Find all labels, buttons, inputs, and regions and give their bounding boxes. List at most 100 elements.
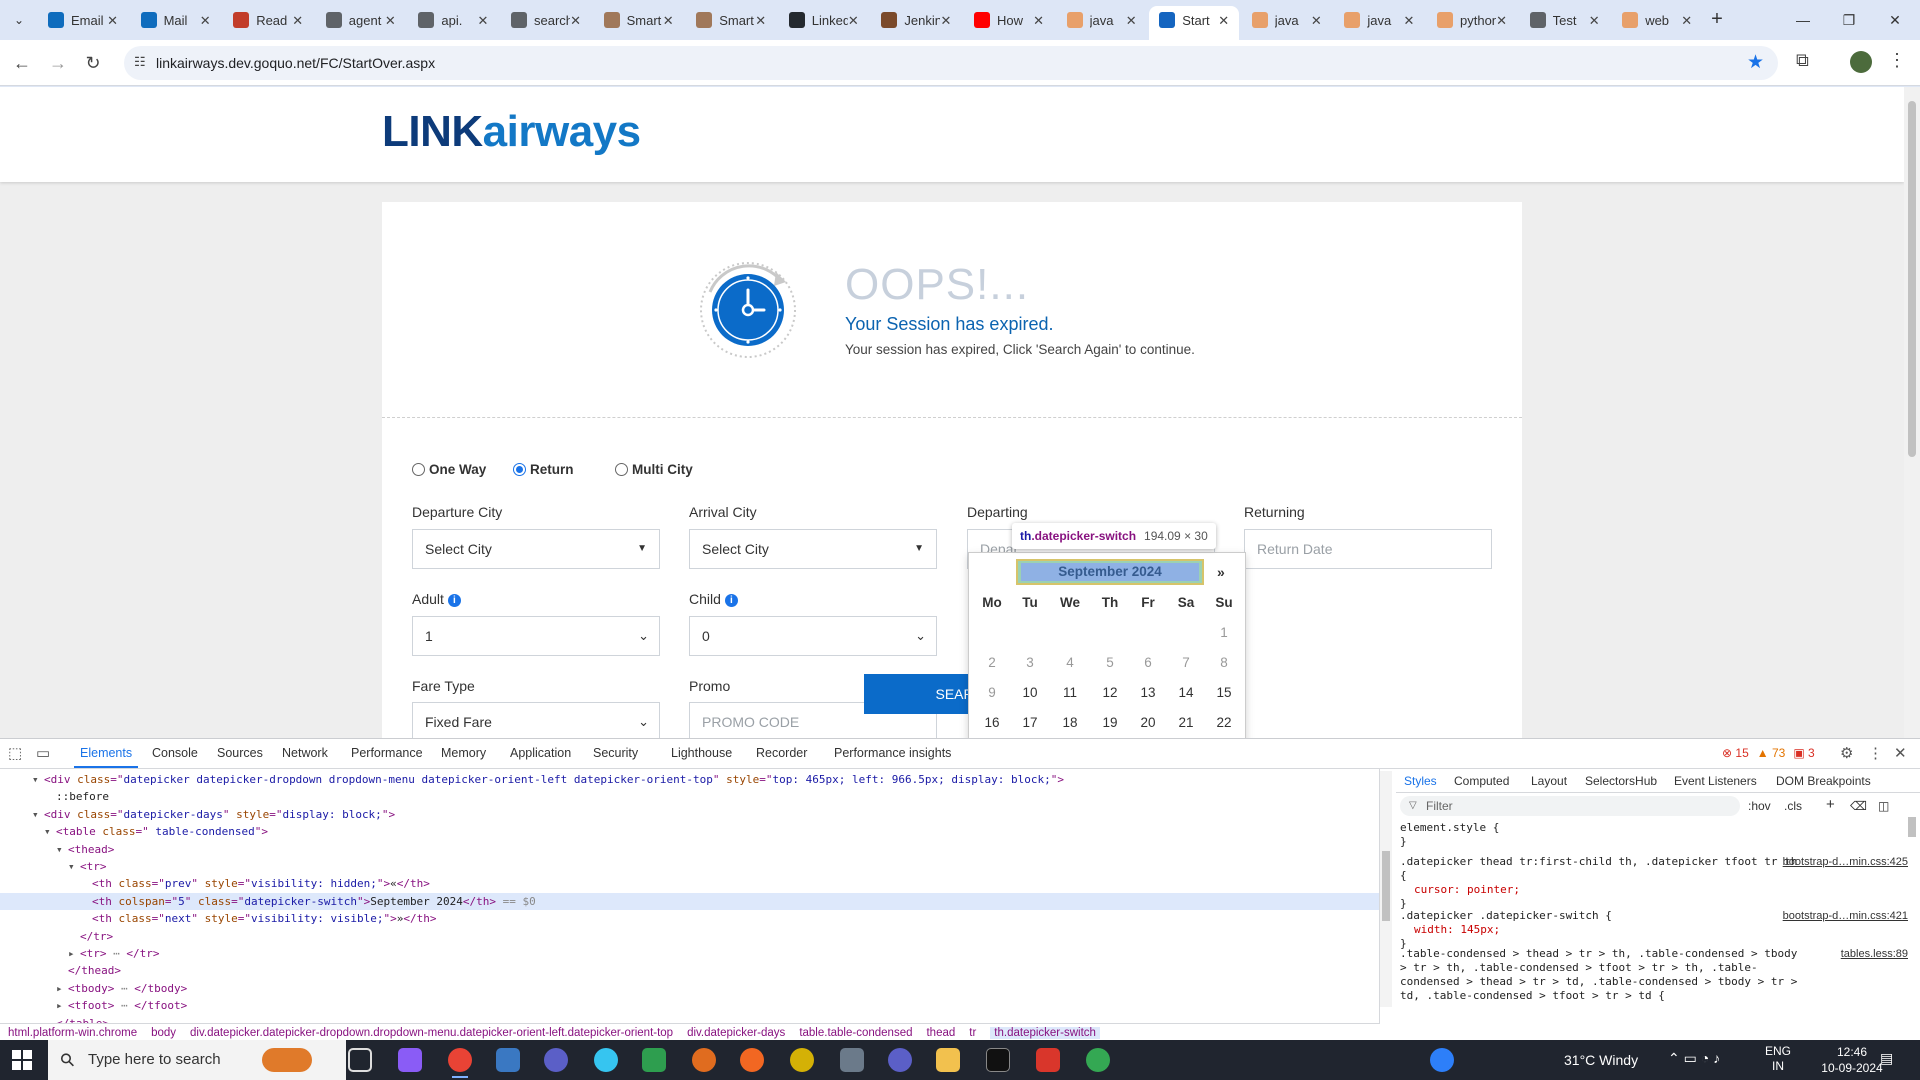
tab-close-icon[interactable]: ✕: [1403, 6, 1414, 36]
slack-icon[interactable]: [594, 1048, 618, 1072]
calendar-day[interactable]: 1: [1205, 625, 1243, 640]
browser-tab[interactable]: python ✕: [1427, 6, 1517, 40]
radio-circle-selected[interactable]: [513, 463, 526, 476]
calendar-day[interactable]: 6: [1129, 655, 1167, 670]
browser-tab[interactable]: Read ✕: [223, 6, 313, 40]
css-source-link[interactable]: bootstrap-d…min.css:425: [1783, 855, 1908, 869]
tab-close-icon[interactable]: ✕: [940, 6, 951, 36]
calendar-day[interactable]: 14: [1167, 685, 1205, 700]
calendar-day[interactable]: 8: [1205, 655, 1243, 670]
browser-tab[interactable]: search ✕: [501, 6, 591, 40]
styles-tab-selectorshub[interactable]: SelectorsHub: [1585, 774, 1657, 788]
copilot-icon[interactable]: [398, 1048, 422, 1072]
more-menu-icon[interactable]: ⋮: [1888, 50, 1906, 71]
dom-tree-scrollbar[interactable]: [1380, 771, 1392, 1007]
styles-tab-layout[interactable]: Layout: [1531, 774, 1567, 788]
dom-node-line[interactable]: ▾ <div class="datepicker datepicker-dropd…: [0, 771, 1379, 788]
page-scrollbar[interactable]: [1904, 87, 1920, 738]
styles-tab-dom-breakpoints[interactable]: DOM Breakpoints: [1776, 774, 1871, 788]
minimize-icon[interactable]: —: [1780, 8, 1826, 32]
calendar-day[interactable]: 5: [1091, 655, 1129, 670]
css-rule[interactable]: .datepicker thead tr:first-child th, .da…: [1400, 855, 1908, 911]
new-rule-plus-icon[interactable]: +: [1826, 796, 1835, 813]
file-explorer-icon[interactable]: [936, 1048, 960, 1072]
windows-start-icon[interactable]: [12, 1050, 32, 1070]
notification-icon[interactable]: ▤: [1880, 1050, 1893, 1067]
extensions-puzzle-icon[interactable]: ⧉: [1796, 50, 1809, 71]
expand-triangle-icon[interactable]: ▸: [56, 980, 68, 997]
devtools-tab-security[interactable]: Security: [593, 746, 638, 760]
dom-scroll-thumb[interactable]: [1382, 851, 1390, 921]
expand-triangle-icon[interactable]: ▾: [32, 771, 44, 788]
calendar-day[interactable]: 20: [1129, 715, 1167, 730]
calendar-day[interactable]: 10: [1011, 685, 1049, 700]
styles-tab-computed[interactable]: Computed: [1454, 774, 1509, 788]
dom-node-line[interactable]: <th class="prev" style="visibility: hidd…: [0, 875, 1379, 892]
dom-node-line[interactable]: ▾ <thead>: [0, 841, 1379, 858]
browser-tab[interactable]: agent ✕: [316, 6, 406, 40]
inspect-element-icon[interactable]: ⬚: [8, 744, 22, 762]
dom-node-line[interactable]: ▾ <table class=" table-condensed">: [0, 823, 1379, 840]
tab-search-chevron-icon[interactable]: ⌄: [8, 9, 30, 31]
link-airways-logo[interactable]: LINKairways: [382, 107, 641, 157]
browser-tab[interactable]: How ✕: [964, 6, 1054, 40]
devtools-tab-elements[interactable]: Elements: [73, 746, 139, 768]
dom-node-line[interactable]: </thead>: [0, 962, 1379, 979]
browser-tab[interactable]: Smart ✕: [594, 6, 684, 40]
devtools-tab-console[interactable]: Console: [152, 746, 198, 760]
dom-node-line[interactable]: ▾ <div class="datepicker-days" style="dis…: [0, 806, 1379, 823]
styles-tab-styles[interactable]: Styles: [1404, 774, 1437, 788]
expand-triangle-icon[interactable]: ▸: [68, 945, 80, 962]
expand-triangle-icon[interactable]: ▾: [44, 823, 56, 840]
postman-like-icon[interactable]: [692, 1048, 716, 1072]
datepicker-month-label[interactable]: September 2024: [1021, 563, 1199, 581]
browser-tab[interactable]: java ✕: [1057, 6, 1147, 40]
css-source-link[interactable]: tables.less:89: [1841, 947, 1908, 961]
departure-city-select[interactable]: Select City ▼: [412, 529, 660, 569]
tab-close-icon[interactable]: ✕: [755, 6, 766, 36]
language-indicator[interactable]: ENG IN: [1765, 1044, 1791, 1074]
tab-close-icon[interactable]: ✕: [1311, 6, 1322, 36]
devtools-tab-recorder[interactable]: Recorder: [756, 746, 807, 760]
browser-tab[interactable]: java ✕: [1242, 6, 1332, 40]
paint-icon[interactable]: ⌫: [1850, 799, 1867, 813]
calendar-day[interactable]: 9: [973, 685, 1011, 700]
child-select[interactable]: 0 ⌄: [689, 616, 937, 656]
breadcrumb-item[interactable]: body: [151, 1027, 176, 1039]
weather-widget[interactable]: 31°C Windy: [1564, 1048, 1638, 1072]
tab-close-icon[interactable]: ✕: [1218, 6, 1229, 36]
css-property[interactable]: width: 145px;: [1400, 923, 1908, 937]
notepad-icon[interactable]: [642, 1048, 666, 1072]
devtools-tab-sources[interactable]: Sources: [217, 746, 263, 760]
terminal-icon[interactable]: [986, 1048, 1010, 1072]
tab-close-icon[interactable]: ✕: [200, 6, 211, 36]
new-tab-button[interactable]: +: [1705, 8, 1729, 32]
devtools-tab-memory[interactable]: Memory: [441, 746, 486, 760]
breadcrumb-item[interactable]: div.datepicker-days: [687, 1027, 785, 1039]
arrival-city-select[interactable]: Select City ▼: [689, 529, 937, 569]
url-text[interactable]: linkairways.dev.goquo.net/FC/StartOver.a…: [156, 55, 435, 71]
styles-filter-input[interactable]: Filter: [1400, 796, 1740, 816]
tab-close-icon[interactable]: ✕: [385, 6, 396, 36]
tab-close-icon[interactable]: ✕: [477, 6, 488, 36]
calendar-day[interactable]: 7: [1167, 655, 1205, 670]
browser-tab[interactable]: web ✕: [1612, 6, 1702, 40]
calendar-day[interactable]: 15: [1205, 685, 1243, 700]
info-icon[interactable]: i: [447, 594, 461, 607]
browser-tab[interactable]: Start ✕: [1149, 6, 1240, 40]
breadcrumb-item[interactable]: html.platform-win.chrome: [8, 1027, 137, 1039]
datepicker-month-switch[interactable]: September 2024: [1016, 559, 1204, 585]
calendar-day[interactable]: 11: [1051, 685, 1089, 700]
tab-close-icon[interactable]: ✕: [1496, 6, 1507, 36]
browser-tab[interactable]: Jenkins✕: [871, 6, 961, 40]
help-icon[interactable]: [1430, 1048, 1454, 1072]
dom-node-line[interactable]: ::before: [0, 788, 1379, 805]
restore-icon[interactable]: ❐: [1826, 8, 1872, 32]
dom-node-line[interactable]: </table>: [0, 1015, 1379, 1023]
page-scroll-thumb[interactable]: [1908, 101, 1916, 457]
adult-select[interactable]: 1 ⌄: [412, 616, 660, 656]
browser-tab[interactable]: LinkedIn✕: [779, 6, 869, 40]
tab-close-icon[interactable]: ✕: [570, 6, 581, 36]
address-bar[interactable]: ☷ linkairways.dev.goquo.net/FC/StartOver…: [124, 46, 1778, 80]
radio-circle[interactable]: [615, 463, 628, 476]
